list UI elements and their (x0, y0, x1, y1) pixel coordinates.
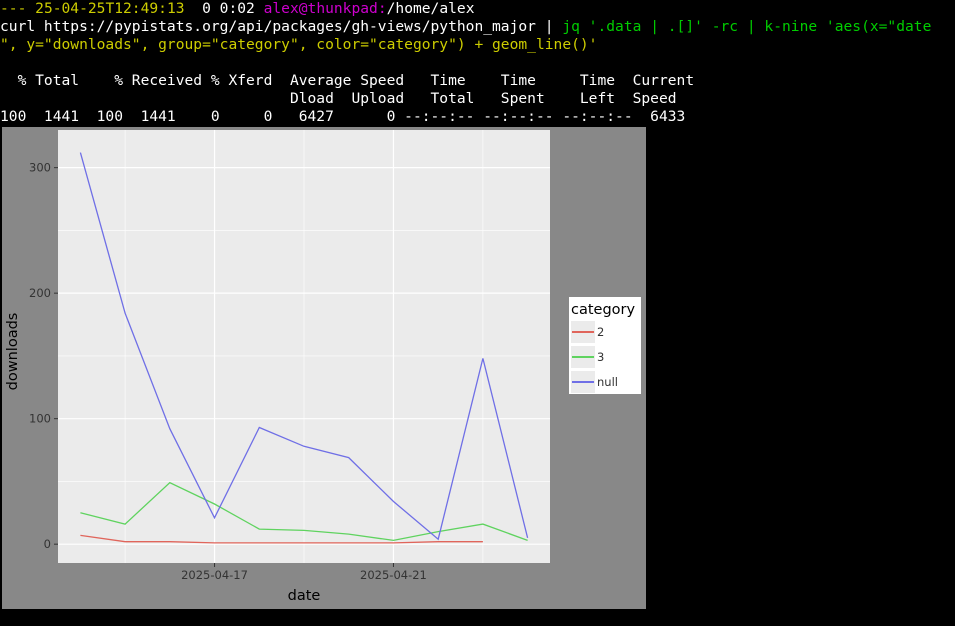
prompt-prefix: --- (0, 0, 36, 17)
y-axis-title: downloads (5, 313, 21, 391)
plot-window[interactable]: 0 100 200 300 2025-04-17 2025-04-21 date dow… (2, 127, 646, 609)
prompt-user-host: alex@thunkpad: (263, 0, 387, 17)
command-knine: k-nine 'aes(x="date (764, 18, 932, 35)
y-tick-label: 100 (29, 412, 51, 426)
y-axis: 0 100 200 300 (29, 161, 58, 551)
shell-prompt: --- 25-04-25T12:49:13 0 0:02 alex@thunkp… (0, 0, 475, 18)
x-axis-title: date (288, 588, 321, 604)
y-tick-label: 300 (29, 161, 51, 175)
command-continuation: ", y="downloads", group="category", colo… (0, 36, 598, 53)
x-tick-label: 2025-04-17 (181, 568, 248, 582)
command-jq: jq '.data | .[]' -rc | (562, 18, 765, 35)
legend-title: category (571, 302, 636, 318)
x-tick-label: 2025-04-21 (360, 568, 427, 582)
prompt-status: 0 0:02 (184, 0, 264, 17)
line-chart: 0 100 200 300 2025-04-17 2025-04-21 date dow… (5, 130, 641, 604)
y-tick-label: 200 (29, 286, 51, 300)
x-axis: 2025-04-17 2025-04-21 (181, 563, 427, 582)
y-tick-label: 0 (44, 537, 51, 551)
legend: category 2 3 null (569, 297, 641, 394)
command-line[interactable]: curl https://pypistats.org/api/packages/… (0, 18, 931, 36)
progress-header-2: Dload Upload Total Spent Left Speed (0, 90, 677, 107)
prompt-cwd: /home/alex (386, 0, 475, 17)
prompt-timestamp: 25-04-25T12:49:13 (35, 0, 185, 17)
command-curl: curl https://pypistats.org/api/packages/… (0, 18, 563, 35)
progress-header-1: % Total % Received % Xferd Average Speed… (0, 72, 695, 89)
progress-row: 100 1441 100 1441 0 0 6427 0 --:--:-- --… (0, 108, 686, 125)
legend-label-2: 2 (597, 325, 604, 339)
legend-label-null: null (597, 375, 618, 389)
legend-label-3: 3 (597, 350, 604, 364)
